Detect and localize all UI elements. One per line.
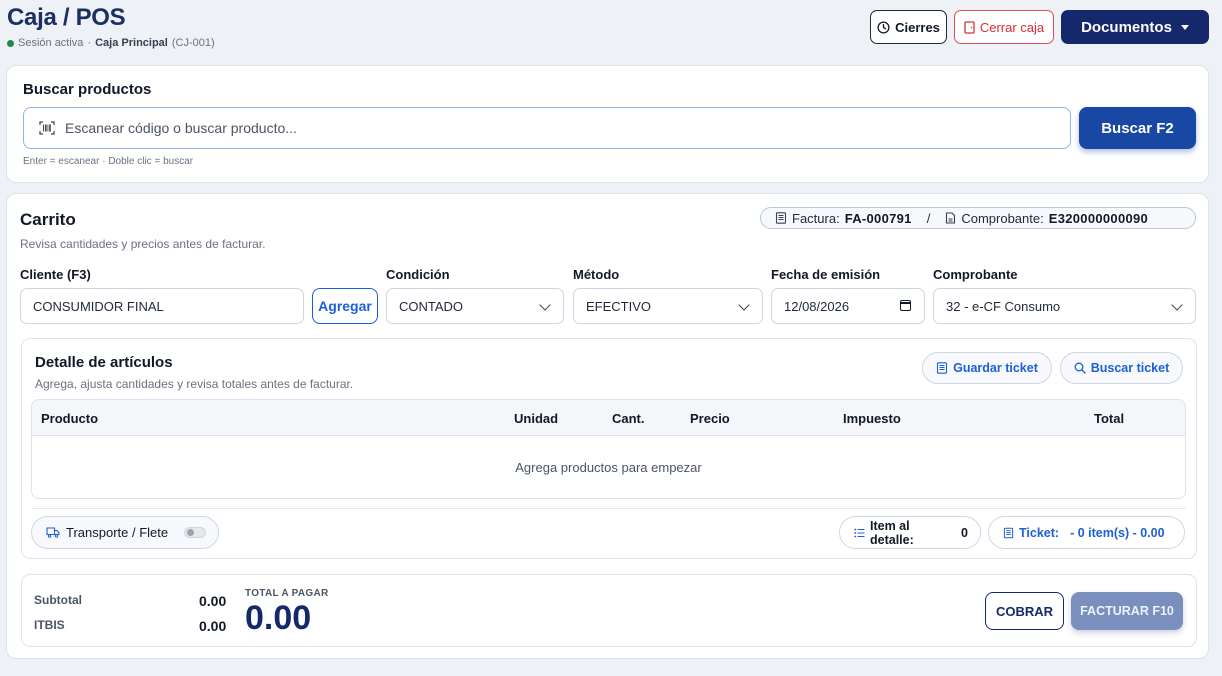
itbis-value: 0.00	[199, 618, 227, 634]
subtotal-label: Subtotal	[34, 593, 82, 607]
guardar-ticket-button[interactable]: Guardar ticket	[922, 352, 1052, 384]
invoice-number: FA-000791	[844, 210, 912, 226]
voucher-label: Comprobante:	[961, 210, 1044, 226]
comprobante-value: 32 - e-CF Consumo	[946, 298, 1061, 314]
invoice-separator: /	[926, 210, 931, 226]
condicion-value: CONTADO	[399, 298, 464, 314]
list-icon	[854, 528, 865, 538]
cerrar-caja-label: Cerrar caja	[979, 19, 1045, 35]
ticket-summary-chip[interactable]: Ticket: - 0 item(s) - 0.00	[988, 516, 1185, 549]
page-title: Caja / POS	[7, 4, 126, 31]
totals-panel: Subtotal 0.00 ITBIS 0.00 TOTAL A PAGAR 0…	[21, 574, 1197, 647]
detail-subtitle: Agrega, ajusta cantidades y revisa total…	[35, 377, 354, 391]
truck-icon	[46, 527, 60, 538]
column-header-producto: Producto	[41, 411, 99, 426]
session-separator: ·	[87, 37, 92, 49]
cierres-button[interactable]: Cierres	[870, 10, 947, 44]
item-detalle-label: Item al detalle:	[870, 518, 914, 547]
calendar-icon[interactable]	[900, 300, 911, 311]
clock-icon	[877, 20, 890, 34]
voucher-number: E320000000090	[1048, 210, 1149, 226]
condicion-select[interactable]: CONTADO	[386, 288, 564, 324]
session-status: Sesión activa	[18, 37, 84, 49]
fecha-input[interactable]: 12/08/2026	[771, 288, 925, 324]
chevron-down-icon	[539, 299, 551, 311]
caret-down-icon	[1180, 24, 1189, 30]
cliente-value: CONSUMIDOR FINAL	[33, 298, 164, 314]
cart-subtitle: Revisa cantidades y precios antes de fac…	[20, 237, 266, 251]
cliente-label: Cliente (F3)	[20, 267, 91, 282]
cart-title: Carrito	[20, 210, 76, 229]
condicion-label: Condición	[386, 267, 450, 282]
total-pagar-value: 0.00	[245, 599, 312, 637]
buscar-ticket-button[interactable]: Buscar ticket	[1060, 352, 1183, 384]
comprobante-label: Comprobante	[933, 267, 1018, 282]
cierres-label: Cierres	[895, 19, 940, 35]
cart-card: Carrito Revisa cantidades y precios ante…	[6, 193, 1209, 659]
transport-toggle[interactable]	[184, 527, 207, 538]
empty-table-message: Agrega productos para empezar	[515, 460, 702, 475]
detail-title: Detalle de artículos	[35, 354, 173, 371]
item-detalle-value: 0	[961, 525, 968, 540]
metodo-label: Método	[573, 267, 620, 282]
receipt-icon	[1003, 527, 1014, 539]
session-status-dot	[7, 39, 14, 47]
fecha-value: 12/08/2026	[784, 298, 850, 314]
fecha-label: Fecha de emisión	[771, 267, 881, 282]
chevron-down-icon	[738, 299, 750, 311]
divider	[31, 508, 1186, 509]
transport-label: Transporte / Flete	[66, 525, 169, 540]
buscar-button[interactable]: Buscar F2	[1079, 107, 1196, 149]
search-products-title: Buscar productos	[23, 81, 152, 98]
documentos-label: Documentos	[1081, 18, 1172, 36]
receipt-icon	[936, 362, 948, 374]
article-detail-panel: Detalle de artículos Agrega, ajusta cant…	[21, 338, 1197, 559]
column-header-precio: Precio	[690, 411, 730, 426]
document-icon	[945, 212, 956, 224]
documentos-dropdown-button[interactable]: Documentos	[1061, 10, 1209, 44]
cobrar-button[interactable]: COBRAR	[985, 592, 1064, 630]
door-exit-icon	[964, 20, 975, 34]
comprobante-select[interactable]: 32 - e-CF Consumo	[933, 288, 1196, 324]
ticket-label: Ticket:	[1019, 525, 1060, 540]
column-header-impuesto: Impuesto	[843, 411, 901, 426]
transport-toggle-pill[interactable]: Transporte / Flete	[31, 516, 219, 549]
invoice-label: Factura:	[792, 210, 840, 226]
search-products-card: Buscar productos Buscar F2 Enter = escan…	[6, 65, 1209, 183]
articles-table: Producto Unidad Cant. Precio Impuesto To…	[31, 399, 1186, 499]
search-box[interactable]	[23, 107, 1071, 149]
cliente-field[interactable]: CONSUMIDOR FINAL	[20, 288, 304, 324]
facturar-button[interactable]: FACTURAR F10	[1071, 592, 1183, 630]
session-info: Sesión activa · Caja Principal (CJ-001)	[7, 37, 215, 49]
register-name: Caja Principal	[95, 37, 168, 49]
item-detalle-chip: Item al detalle: 0	[839, 516, 981, 549]
chevron-down-icon	[1171, 299, 1183, 311]
metodo-select[interactable]: EFECTIVO	[573, 288, 763, 324]
column-header-unidad: Unidad	[514, 411, 559, 426]
metodo-value: EFECTIVO	[586, 298, 652, 314]
invoice-icon	[775, 212, 787, 224]
buscar-ticket-label: Buscar ticket	[1090, 361, 1170, 375]
column-header-total: Total	[1094, 411, 1125, 426]
invoice-info-pill: Factura: FA-000791 / Comprobante: E32000…	[760, 207, 1196, 229]
column-header-cant: Cant.	[612, 411, 645, 426]
total-pagar-label: TOTAL A PAGAR	[245, 588, 329, 599]
register-code: (CJ-001)	[171, 37, 215, 49]
barcode-icon	[39, 121, 55, 135]
cerrar-caja-button[interactable]: Cerrar caja	[954, 10, 1054, 44]
guardar-ticket-label: Guardar ticket	[953, 361, 1038, 375]
search-hint: Enter = escanear · Doble clic = buscar	[23, 156, 194, 167]
agregar-cliente-button[interactable]: Agregar	[312, 288, 378, 324]
subtotal-value: 0.00	[199, 593, 227, 609]
table-header: Producto Unidad Cant. Precio Impuesto To…	[32, 400, 1185, 436]
search-input[interactable]	[65, 120, 965, 136]
search-icon	[1074, 362, 1086, 374]
ticket-value: - 0 item(s) - 0.00	[1070, 525, 1165, 540]
itbis-label: ITBIS	[34, 618, 65, 632]
